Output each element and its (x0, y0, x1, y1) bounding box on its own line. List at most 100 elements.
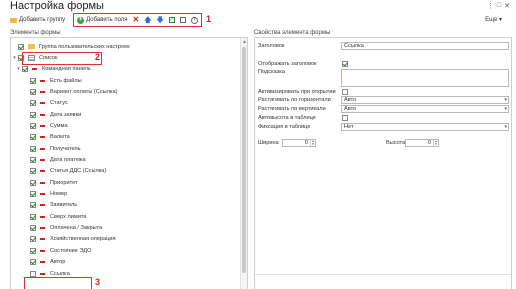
dash-icon (40, 79, 45, 82)
add-field-button[interactable]: + Добавить поля (77, 16, 128, 24)
visibility-checkbox[interactable] (30, 191, 36, 198)
tree-row[interactable]: Состояние ЭДО (23, 245, 91, 256)
expand-chevron-icon[interactable]: ▾ (11, 55, 18, 61)
stretch-h-label: Растягивать по горизонтали (258, 97, 331, 103)
dash-icon (40, 90, 45, 93)
visibility-checkbox[interactable] (22, 66, 28, 73)
visibility-checkbox[interactable] (30, 270, 36, 277)
visibility-checkbox[interactable] (30, 247, 36, 254)
dash-icon (40, 261, 45, 264)
add-field-label: Добавить поля (86, 17, 128, 23)
tree-row[interactable]: Валюта (23, 132, 70, 143)
link-highlight (24, 277, 92, 289)
maximize-icon[interactable]: □ (497, 2, 501, 10)
tree-section-label: Элементы формы (10, 30, 61, 36)
visibility-checkbox[interactable] (30, 202, 36, 209)
tree-row[interactable]: Группа пользовательских настроек (11, 41, 130, 52)
chevron-down-icon: ▾ (498, 17, 502, 23)
dash-icon (32, 68, 37, 71)
visibility-checkbox[interactable] (30, 145, 36, 152)
scroll-up-icon[interactable]: ▲ (242, 39, 247, 45)
visibility-checkbox[interactable] (30, 134, 36, 141)
scroll-thumb[interactable] (242, 47, 246, 273)
height-spinner[interactable]: ▲ ▼ (433, 140, 438, 146)
tree-scrollbar[interactable]: ▲ (240, 38, 247, 289)
tree-row[interactable]: Дата платежа (23, 155, 86, 166)
visibility-checkbox[interactable] (30, 157, 36, 163)
stretch-h-select[interactable]: Авто ▾ (341, 96, 509, 104)
tree-row[interactable]: Вариант оплаты (Ссылка) (23, 86, 117, 97)
more-options-icon[interactable]: ⋮ (487, 2, 494, 10)
tree-row[interactable]: Оплачена / Закрыта (23, 223, 102, 234)
tree-row[interactable]: Сверх лимита (23, 211, 86, 222)
move-down-icon[interactable]: 🡇 (156, 17, 163, 24)
tree-row-label: Ссылка (50, 270, 70, 277)
help-icon[interactable]: ? (190, 16, 198, 24)
show-heading-checkbox[interactable] (342, 61, 348, 67)
visibility-checkbox[interactable] (30, 225, 36, 232)
copy-icon[interactable] (179, 17, 186, 23)
height-value: 0 (427, 140, 431, 146)
dash-icon (40, 147, 45, 150)
visibility-checkbox[interactable] (30, 122, 36, 129)
props-section-label: Свойства элемента формы (254, 30, 331, 36)
width-input[interactable]: 0 ▲ ▼ (282, 139, 316, 147)
props-divider (255, 274, 511, 275)
tree-row[interactable]: Получатель (23, 143, 81, 154)
visibility-checkbox[interactable] (30, 236, 36, 243)
form-elements-tree: Группа пользовательских настроек ▾ Список ▾… (10, 37, 248, 289)
tree-row-label: Статья ДДС (Ссылка) (50, 168, 107, 175)
tree-row[interactable]: Заявитель (23, 200, 77, 211)
visibility-checkbox[interactable] (30, 88, 36, 95)
tree-row-label: Статус (50, 100, 68, 107)
visibility-checkbox[interactable] (30, 100, 36, 107)
tree-row[interactable]: Статус (23, 98, 68, 109)
check-all-icon[interactable]: ✓ (168, 17, 175, 23)
move-up-icon[interactable]: 🡅 (144, 17, 151, 24)
field-actions-highlight: + Добавить поля ✕ 🡅 🡇 ✓ ? (73, 13, 202, 27)
height-input[interactable]: 0 ▲ ▼ (405, 139, 439, 147)
autoheight-checkbox[interactable] (342, 115, 348, 121)
tree-row[interactable]: Автор (23, 257, 65, 268)
more-menu-button[interactable]: Еще ▾ (485, 16, 502, 23)
annotation-3: 3 (95, 277, 101, 287)
tree-row[interactable]: Есть файлы (23, 75, 82, 86)
visibility-checkbox[interactable] (30, 168, 36, 175)
fix-value: Нет (344, 124, 354, 130)
window-title: Настройка формы (10, 0, 104, 12)
tree-row[interactable]: Статья ДДС (Ссылка) (23, 166, 106, 177)
window-controls: ⋮ □ ✕ (487, 2, 510, 10)
tree-row[interactable]: Сумма (23, 120, 68, 131)
heading-label: Заголовок (258, 43, 285, 49)
activate-checkbox[interactable] (342, 89, 348, 95)
folder-icon (28, 44, 35, 49)
visibility-checkbox[interactable] (30, 213, 36, 220)
tree-row[interactable]: ▾ Командная панель (15, 64, 91, 75)
add-group-button[interactable]: Добавить группу (10, 17, 65, 23)
width-label: Ширина (258, 140, 279, 146)
dash-icon (40, 102, 45, 105)
hint-input[interactable] (341, 69, 509, 87)
visibility-checkbox[interactable] (30, 77, 36, 84)
visibility-checkbox[interactable] (30, 259, 36, 266)
tree-row[interactable]: Приоритет (23, 177, 78, 188)
tree-row[interactable]: Дата заявки (23, 109, 81, 120)
element-properties-panel: Заголовок Ссылка Отображать заголовок По… (254, 37, 512, 289)
expand-chevron-icon[interactable]: ▾ (15, 66, 22, 72)
delete-icon[interactable]: ✕ (133, 16, 140, 24)
visibility-checkbox[interactable] (30, 179, 36, 186)
tree-row-label: Заявитель (50, 202, 78, 209)
stretch-h-value: Авто (344, 97, 357, 103)
fix-select[interactable]: Нет ▾ (341, 123, 509, 131)
heading-input[interactable]: Ссылка (341, 42, 509, 50)
stretch-v-select[interactable]: Авто ▾ (341, 105, 509, 113)
close-icon[interactable]: ✕ (504, 2, 510, 10)
dash-icon (40, 272, 45, 275)
tree-row[interactable]: Номер (23, 189, 67, 200)
tree-row[interactable]: Хозяйственная операция (23, 234, 116, 245)
annotation-1: 1 (206, 14, 212, 24)
visibility-checkbox[interactable] (18, 43, 24, 50)
visibility-checkbox[interactable] (30, 111, 36, 118)
width-spinner[interactable]: ▲ ▼ (310, 140, 315, 146)
more-label: Еще (485, 17, 498, 23)
